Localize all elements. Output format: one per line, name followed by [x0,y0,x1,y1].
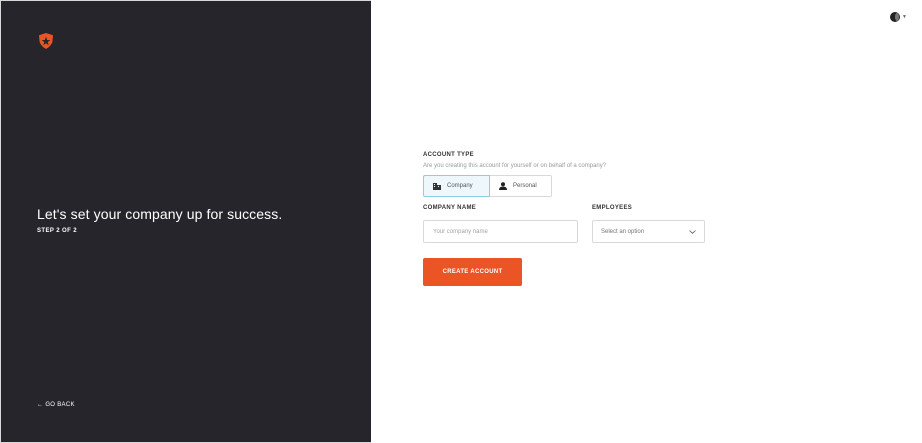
user-avatar-icon [890,12,901,22]
logo-icon [37,32,55,50]
arrow-left-icon: ← [37,402,44,408]
hero-title: Let's set your company up for success. [37,206,283,222]
left-panel: Let's set your company up for success. S… [0,0,371,443]
person-icon [499,182,507,190]
employees-label: EMPLOYEES [592,205,633,211]
right-panel: ▼ ACCOUNT TYPE Are you creating this acc… [371,0,922,443]
step-indicator: STEP 2 OF 2 [37,228,77,234]
account-type-company-option[interactable]: Company [423,175,490,197]
account-type-toggle: Company Personal [423,175,723,197]
go-back-link[interactable]: ← GO BACK [37,402,75,408]
account-type-company-label: Company [447,183,473,189]
chevron-down-icon [689,229,696,234]
details-row: COMPANY NAME EMPLOYEES Select an option [423,205,723,243]
building-icon [433,182,441,190]
user-menu[interactable]: ▼ [890,12,907,22]
account-type-personal-option[interactable]: Personal [490,175,552,197]
employees-select[interactable]: Select an option [592,220,705,243]
chevron-down-icon: ▼ [902,14,907,20]
signup-page: Let's set your company up for success. S… [0,0,922,443]
account-type-help: Are you creating this account for yourse… [423,163,607,169]
create-account-button[interactable]: CREATE ACCOUNT [423,258,522,286]
account-type-label: ACCOUNT TYPE [423,152,474,158]
employees-select-value: Select an option [601,228,645,235]
employees-group: EMPLOYEES Select an option [592,205,705,243]
go-back-label: GO BACK [45,402,75,408]
company-name-label: COMPANY NAME [423,205,477,211]
hero: Let's set your company up for success. S… [37,206,282,234]
account-type-personal-label: Personal [513,183,537,189]
account-form: ACCOUNT TYPE Are you creating this accou… [423,152,723,286]
company-name-input[interactable] [423,220,578,243]
company-name-group: COMPANY NAME [423,205,578,243]
